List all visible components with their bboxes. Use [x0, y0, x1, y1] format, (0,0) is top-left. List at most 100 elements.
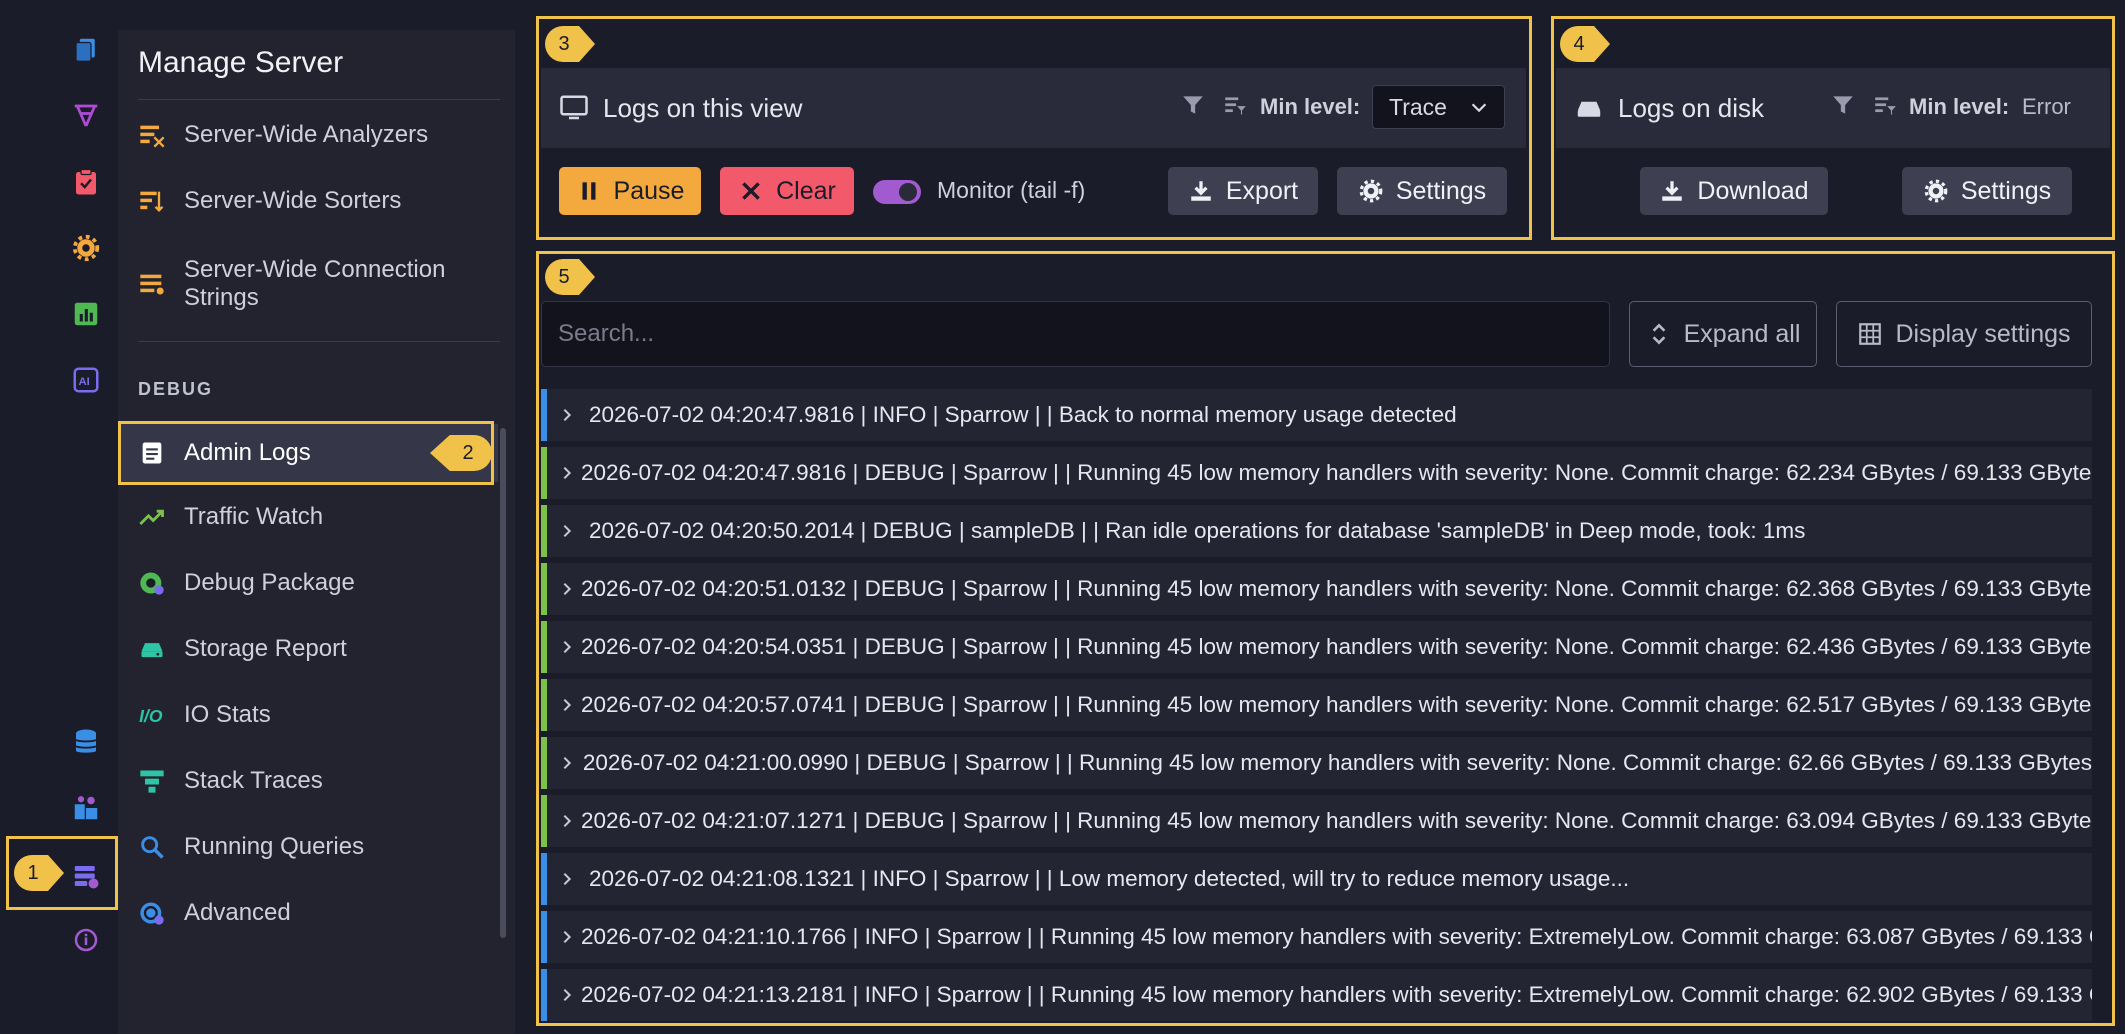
log-row[interactable]: 2026-07-02 04:21:07.1271 | DEBUG | Sparr…	[541, 795, 2092, 847]
nav-divider	[138, 99, 500, 100]
pause-label: Pause	[613, 176, 685, 205]
chevron-right-icon[interactable]	[559, 871, 583, 887]
gear-icon	[1924, 179, 1948, 203]
chevron-right-icon[interactable]	[559, 697, 575, 713]
filter-icon[interactable]	[1830, 92, 1856, 123]
log-row[interactable]: 2026-07-02 04:21:08.1321 | INFO | Sparro…	[541, 853, 2092, 905]
chevron-right-icon[interactable]	[559, 581, 575, 597]
nav-item-label: Storage Report	[184, 635, 347, 662]
nav-item-server-wide-sorters[interactable]: Server-Wide Sorters	[118, 176, 498, 226]
manage-server-nav: Manage Server Server-Wide Analyzers Serv…	[118, 30, 515, 1034]
level-filter-icon	[1222, 92, 1248, 123]
chevron-right-icon[interactable]	[559, 987, 575, 1003]
log-row[interactable]: 2026-07-02 04:21:00.0990 | DEBUG | Sparr…	[541, 737, 2092, 789]
download-icon	[1191, 181, 1211, 201]
log-level-stripe	[541, 621, 547, 673]
disk-min-level-label: Min level:	[1909, 94, 2010, 119]
chevron-right-icon[interactable]	[559, 639, 575, 655]
nav-item-running-queries[interactable]: Running Queries	[118, 822, 498, 872]
about-icon[interactable]	[64, 918, 108, 962]
analyzers-icon	[136, 119, 168, 151]
nav-item-server-wide-connection-strings[interactable]: Server-Wide Connection Strings	[118, 244, 498, 324]
monitor-icon	[559, 93, 589, 123]
view-settings-label: Settings	[1395, 176, 1487, 205]
log-row-text: 2026-07-02 04:21:00.0990 | DEBUG | Sparr…	[582, 750, 2092, 775]
nav-item-server-wide-analyzers[interactable]: Server-Wide Analyzers	[118, 110, 498, 160]
nav-item-traffic-watch[interactable]: Traffic Watch	[118, 492, 498, 542]
nav-item-label: Running Queries	[184, 833, 365, 860]
chevron-right-icon[interactable]	[559, 929, 575, 945]
monitor-label: Monitor (tail -f)	[937, 177, 1086, 203]
log-row[interactable]: 2026-07-02 04:20:51.0132 | DEBUG | Sparr…	[541, 563, 2092, 615]
nav-item-stack-traces[interactable]: Stack Traces	[118, 756, 498, 806]
nav-item-label: Debug Package	[184, 569, 355, 596]
pause-button[interactable]: Pause	[559, 167, 701, 215]
close-icon	[742, 182, 760, 200]
cluster-icon[interactable]	[64, 786, 108, 830]
view-min-level-label: Min level:	[1260, 94, 1361, 119]
chevron-right-icon[interactable]	[559, 465, 575, 481]
monitor-toggle[interactable]	[873, 180, 921, 204]
settings-icon[interactable]	[64, 226, 108, 270]
traffic-watch-icon	[136, 501, 168, 533]
chevron-right-icon[interactable]	[559, 407, 583, 423]
nav-item-advanced[interactable]: Advanced	[118, 888, 498, 938]
view-min-level-select[interactable]: Trace	[1372, 85, 1505, 129]
nav-item-storage-report[interactable]: Storage Report	[118, 624, 498, 674]
log-row-text: 2026-07-02 04:21:07.1271 | DEBUG | Sparr…	[581, 808, 2092, 833]
disk-min-level-value[interactable]: Error	[2022, 94, 2071, 120]
nav-item-debug-package[interactable]: Debug Package	[118, 558, 498, 608]
disk-settings-button[interactable]: Settings	[1902, 167, 2072, 215]
databases-icon[interactable]	[64, 720, 108, 764]
search-input[interactable]	[541, 301, 1610, 367]
stack-traces-icon	[136, 765, 168, 797]
clear-button[interactable]: Clear	[720, 167, 854, 215]
log-row[interactable]: 2026-07-02 04:20:50.2014 | DEBUG | sampl…	[541, 505, 2092, 557]
pause-icon	[582, 182, 596, 200]
filter-icon[interactable]	[1180, 92, 1206, 123]
expand-all-button[interactable]: Expand all	[1629, 301, 1817, 367]
log-level-stripe	[541, 795, 547, 847]
log-row[interactable]: 2026-07-02 04:21:10.1766 | INFO | Sparro…	[541, 911, 2092, 963]
nav-item-label: Traffic Watch	[184, 503, 324, 530]
log-row[interactable]: 2026-07-02 04:21:13.2181 | INFO | Sparro…	[541, 969, 2092, 1021]
download-icon	[1662, 181, 1683, 201]
nav-scrollbar[interactable]	[500, 428, 506, 938]
view-settings-button[interactable]: Settings	[1337, 167, 1507, 215]
log-row-text: 2026-07-02 04:20:50.2014 | DEBUG | sampl…	[589, 518, 1806, 543]
log-row[interactable]: 2026-07-02 04:20:57.0741 | DEBUG | Sparr…	[541, 679, 2092, 731]
log-level-stripe	[541, 969, 547, 1021]
documents-icon[interactable]	[64, 28, 108, 72]
log-level-stripe	[541, 505, 547, 557]
view-min-level-value: Trace	[1389, 93, 1447, 120]
log-row-text: 2026-07-02 04:20:47.9816 | INFO | Sparro…	[589, 402, 1457, 427]
nav-divider	[138, 341, 500, 342]
ai-icon[interactable]: AI	[64, 358, 108, 402]
chevron-right-icon[interactable]	[559, 523, 583, 539]
nav-item-label: Server-Wide Sorters	[184, 187, 402, 214]
sorters-icon	[136, 185, 168, 217]
log-row[interactable]: 2026-07-02 04:20:47.9816 | INFO | Sparro…	[541, 389, 2092, 441]
log-row[interactable]: 2026-07-02 04:20:54.0351 | DEBUG | Sparr…	[541, 621, 2092, 673]
nav-item-label: Advanced	[184, 899, 291, 926]
chevron-right-icon[interactable]	[559, 813, 575, 829]
download-button[interactable]: Download	[1640, 167, 1828, 215]
gear-icon	[1359, 179, 1383, 203]
log-row-text: 2026-07-02 04:20:51.0132 | DEBUG | Sparr…	[581, 576, 2092, 601]
tasks-icon[interactable]	[64, 160, 108, 204]
stats-icon[interactable]	[64, 292, 108, 336]
log-row-text: 2026-07-02 04:20:47.9816 | DEBUG | Sparr…	[581, 460, 2092, 485]
export-button[interactable]: Export	[1168, 167, 1318, 215]
nav-item-io-stats[interactable]: I/O IO Stats	[118, 690, 498, 740]
log-level-stripe	[541, 911, 547, 963]
indexes-icon[interactable]	[64, 94, 108, 138]
log-row[interactable]: 2026-07-02 04:20:47.9816 | DEBUG | Sparr…	[541, 447, 2092, 499]
io-stats-icon: I/O	[136, 699, 168, 731]
chevron-right-icon[interactable]	[559, 755, 577, 771]
table-icon	[1859, 323, 1882, 345]
debug-package-icon	[136, 567, 168, 599]
display-settings-button[interactable]: Display settings	[1836, 301, 2092, 367]
log-row-text: 2026-07-02 04:21:10.1766 | INFO | Sparro…	[581, 924, 2092, 949]
log-row-text: 2026-07-02 04:21:13.2181 | INFO | Sparro…	[581, 982, 2092, 1007]
expand-icon	[1652, 323, 1665, 345]
